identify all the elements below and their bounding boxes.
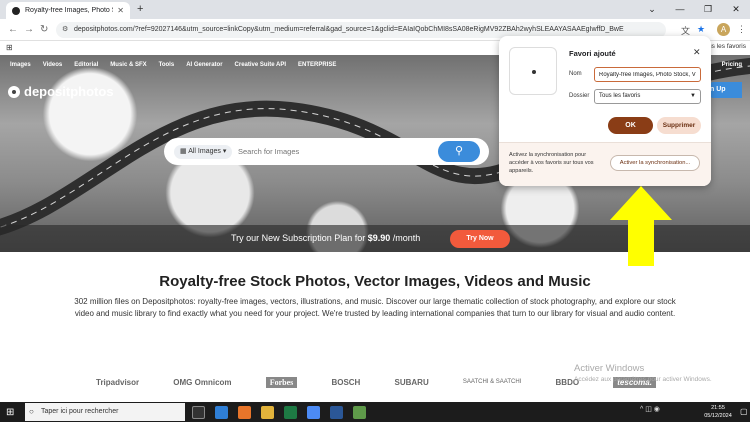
logo-forbes: Forbes	[265, 376, 298, 388]
firefox-icon[interactable]	[238, 405, 251, 419]
enable-sync-button[interactable]: Activer la synchronisation...	[610, 155, 700, 171]
minimize-icon[interactable]: —	[666, 0, 694, 19]
site-info-icon[interactable]: ⚙	[62, 22, 68, 38]
category-dropdown[interactable]: ▦ All Images ▾	[174, 145, 233, 159]
depositphotos-favicon-icon	[12, 6, 20, 15]
url-text: depositphotos.com/?ref=92027146&utm_sour…	[74, 26, 624, 33]
chevron-down-icon: ▾	[220, 148, 227, 155]
folder-label: Dossier	[569, 93, 590, 99]
nav-tools[interactable]: Tools	[159, 62, 175, 68]
try-now-button[interactable]: Try Now	[450, 230, 510, 248]
chrome-active-icon[interactable]	[353, 405, 366, 419]
nav-editorial[interactable]: Editorial	[74, 62, 98, 68]
search-icon: ○	[29, 407, 34, 416]
clock-date: 05/12/2024	[704, 413, 732, 419]
sync-section: Activez la synchronisation pour accéder …	[499, 142, 711, 186]
page-thumbnail	[509, 47, 557, 95]
close-window-icon[interactable]: ✕	[722, 0, 750, 19]
yellow-arrow-up-icon	[610, 186, 672, 266]
search-bar: ▦ All Images ▾ ⚲	[164, 138, 489, 165]
taskbar-apps	[192, 402, 366, 422]
windows-activation-title: Activer Windows	[574, 363, 645, 374]
word-icon[interactable]	[330, 405, 343, 419]
system-tray-icons[interactable]: ^ ◫ ◉	[640, 405, 660, 413]
nav-images[interactable]: Images	[10, 62, 31, 68]
new-tab-button[interactable]: +	[137, 3, 143, 15]
folder-value: Tous les favoris	[599, 93, 641, 99]
search-icon: ⚲	[454, 145, 464, 157]
windows-activation-subtitle: Accédez aux paramètres pour activer Wind…	[574, 376, 712, 383]
apps-grid-icon[interactable]: ⊞	[6, 43, 13, 52]
bookmark-added-dialog: Favori ajouté ✕ Nom Dossier Tous les fav…	[499, 36, 711, 186]
dialog-title: Favori ajouté	[569, 49, 616, 58]
clock-time: 21:55	[711, 405, 725, 411]
logo-icon	[8, 85, 20, 98]
task-view-icon[interactable]	[192, 405, 205, 419]
close-icon[interactable]: ✕	[693, 47, 701, 58]
restore-icon[interactable]: ❐	[694, 0, 722, 19]
chrome-icon[interactable]	[307, 405, 320, 419]
logo-subaru: SUBARU	[394, 377, 429, 387]
search-button[interactable]: ⚲	[438, 141, 480, 162]
promo-price: $9.90	[367, 233, 391, 243]
windows-taskbar: ⊞ ○ Taper ici pour rechercher ^ ◫ ◉ 21:5…	[0, 402, 750, 422]
reload-icon[interactable]: ↻	[40, 24, 48, 35]
nav-videos[interactable]: Videos	[43, 62, 63, 68]
notification-icon[interactable]: ▢	[740, 407, 748, 416]
windows-start-icon[interactable]: ⊞	[6, 407, 14, 418]
name-label: Nom	[569, 71, 582, 77]
taskbar-search[interactable]: ○ Taper ici pour rechercher	[25, 403, 185, 421]
back-arrow-icon[interactable]: ←	[8, 24, 18, 35]
nav-enterprise[interactable]: ENTERPRISE	[298, 62, 336, 68]
nav-music[interactable]: Music & SFX	[110, 62, 146, 68]
bookmark-star-icon[interactable]: ★	[697, 24, 705, 35]
promo-text: Try our New Subscription Plan for $9.90 …	[231, 233, 420, 243]
promo-suffix: /month	[390, 233, 421, 243]
tab-title: Royalty-free Images, Photo Stock, V	[25, 7, 113, 14]
tab-search-icon[interactable]: ⌄	[638, 0, 666, 19]
taskbar-search-placeholder: Taper ici pour rechercher	[41, 408, 119, 415]
nav-ai-generator[interactable]: AI Generator	[186, 62, 222, 68]
logo-bosch: BOSCH	[331, 377, 361, 387]
logo-omg: OMG Omnicom	[173, 377, 232, 387]
delete-button[interactable]: Supprimer	[657, 117, 701, 134]
tab-bar: Royalty-free Images, Photo Stock, V ✕ + …	[0, 0, 750, 19]
sync-description: Activez la synchronisation pour accéder …	[509, 152, 594, 174]
page-headline: Royalty-free Stock Photos, Vector Images…	[159, 273, 591, 290]
folder-select[interactable]: Tous les favoris ▼	[594, 89, 701, 104]
site-logo[interactable]: depositphotos	[8, 84, 114, 99]
search-input[interactable]	[238, 144, 428, 159]
nav-pricing[interactable]: Pricing	[722, 62, 742, 68]
logo-text: depositphotos	[24, 84, 114, 99]
brand-logos: Tripadvisor OMG Omnicom Forbes BOSCH SUB…	[96, 370, 656, 394]
chevron-down-icon: ▼	[690, 93, 696, 99]
forward-arrow-icon[interactable]: →	[24, 24, 34, 35]
window-controls: ⌄ — ❐ ✕	[638, 0, 750, 19]
promo-prefix: Try our New Subscription Plan for	[231, 233, 368, 243]
logo-tripadvisor: Tripadvisor	[96, 377, 140, 387]
logo-saatchi: SAATCHI & SAATCHI	[462, 379, 522, 385]
taskbar-clock[interactable]: 21:55 05/12/2024	[698, 404, 738, 420]
bookmark-name-input[interactable]	[594, 67, 701, 82]
menu-icon[interactable]: ⋮	[737, 24, 746, 35]
category-label: All Images	[188, 148, 221, 155]
category-grid-icon: ▦	[180, 148, 189, 155]
ok-button[interactable]: OK	[608, 117, 653, 134]
browser-tab[interactable]: Royalty-free Images, Photo Stock, V ✕	[6, 2, 130, 19]
page-description: 302 million files on Depositphotos: roya…	[74, 297, 676, 318]
sign-up-button[interactable]: n Up	[706, 82, 742, 98]
edge-icon[interactable]	[215, 405, 228, 419]
nav-creative-suite[interactable]: Creative Suite API	[235, 62, 286, 68]
site-nav: Images Videos Editorial Music & SFX Tool…	[10, 62, 336, 68]
close-tab-icon[interactable]: ✕	[117, 6, 124, 15]
file-explorer-icon[interactable]	[261, 405, 274, 419]
excel-icon[interactable]	[284, 405, 297, 419]
profile-avatar[interactable]: A	[717, 23, 730, 36]
